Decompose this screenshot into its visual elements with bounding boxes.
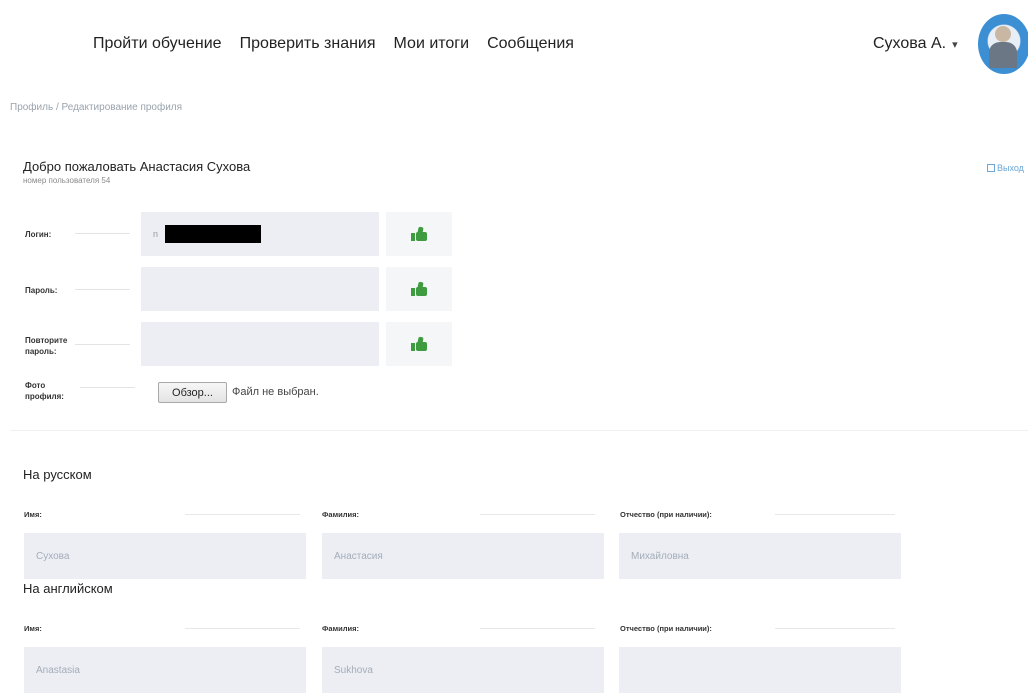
repeat-password-status — [386, 322, 452, 366]
repeat-password-label-line1: Повторите — [25, 336, 68, 345]
en-last-name-line — [480, 628, 595, 629]
login-label: Логин: — [25, 230, 52, 239]
redacted-login — [165, 225, 261, 243]
ru-first-name-label: Имя: — [24, 510, 42, 519]
nav-item-training[interactable]: Пройти обучение — [93, 35, 222, 53]
password-input[interactable] — [141, 267, 379, 311]
page-title: Добро пожаловать Анастасия Сухова — [23, 159, 251, 174]
en-first-name-input[interactable]: Anastasia — [24, 647, 306, 693]
user-menu[interactable]: Сухова А. ▾ — [873, 35, 958, 53]
login-value-prefix: n — [153, 229, 159, 239]
thumbs-up-icon — [411, 226, 427, 241]
en-first-name-line — [185, 628, 300, 629]
user-name: Сухова А. — [873, 35, 947, 52]
section-title-russian: На русском — [23, 467, 92, 482]
chevron-down-icon[interactable]: ▾ — [952, 38, 958, 51]
password-label-line — [75, 289, 130, 290]
main-menu: Пройти обучение Проверить знания Мои ито… — [93, 35, 574, 53]
avatar-body-shape — [989, 42, 1017, 68]
section-divider — [10, 430, 1028, 431]
en-first-name-label: Имя: — [24, 624, 42, 633]
file-status: Файл не выбран. — [232, 386, 319, 398]
ru-first-name-line — [185, 514, 300, 515]
nav-item-test-knowledge[interactable]: Проверить знания — [240, 35, 376, 53]
en-patronymic-line — [775, 628, 895, 629]
login-label-line — [75, 233, 130, 234]
password-status — [386, 267, 452, 311]
photo-label: Фото профиля: — [25, 380, 64, 402]
en-patronymic-input[interactable] — [619, 647, 901, 693]
nav-item-messages[interactable]: Сообщения — [487, 35, 574, 53]
ru-last-name-input[interactable]: Анастасия — [322, 533, 604, 579]
photo-label-line1: Фото — [25, 381, 46, 390]
thumbs-up-icon — [411, 281, 427, 296]
section-title-english: На английском — [23, 581, 113, 596]
en-patronymic-label: Отчество (при наличии): — [620, 624, 712, 633]
en-last-name-input[interactable]: Sukhova — [322, 647, 604, 693]
browse-button[interactable]: Обзор... — [158, 382, 227, 403]
photo-label-line — [80, 387, 135, 388]
ru-last-name-line — [480, 514, 595, 515]
logout-link[interactable]: Выход — [987, 163, 1024, 173]
ru-patronymic-line — [775, 514, 895, 515]
ru-last-name-label: Фамилия: — [322, 510, 359, 519]
breadcrumb[interactable]: Профиль / Редактирование профиля — [10, 102, 182, 113]
top-navigation: Пройти обучение Проверить знания Мои ито… — [0, 0, 1028, 90]
ru-patronymic-input[interactable]: Михайловна — [619, 533, 901, 579]
en-last-name-label: Фамилия: — [322, 624, 359, 633]
password-label: Пароль: — [25, 286, 58, 295]
checkbox-icon — [987, 164, 995, 172]
nav-item-my-results[interactable]: Мои итоги — [394, 35, 470, 53]
photo-label-line2: профиля: — [25, 392, 64, 401]
repeat-password-label-line — [75, 344, 130, 345]
repeat-password-label: Повторите пароль: — [25, 335, 67, 357]
avatar[interactable] — [978, 14, 1028, 74]
avatar-head-shape — [995, 26, 1011, 42]
repeat-password-input[interactable] — [141, 322, 379, 366]
ru-patronymic-label: Отчество (при наличии): — [620, 510, 712, 519]
user-number: номер пользователя 54 — [23, 176, 111, 185]
thumbs-up-icon — [411, 336, 427, 351]
login-status — [386, 212, 452, 256]
ru-first-name-input[interactable]: Сухова — [24, 533, 306, 579]
repeat-password-label-line2: пароль: — [25, 347, 57, 356]
logout-label: Выход — [997, 163, 1024, 173]
